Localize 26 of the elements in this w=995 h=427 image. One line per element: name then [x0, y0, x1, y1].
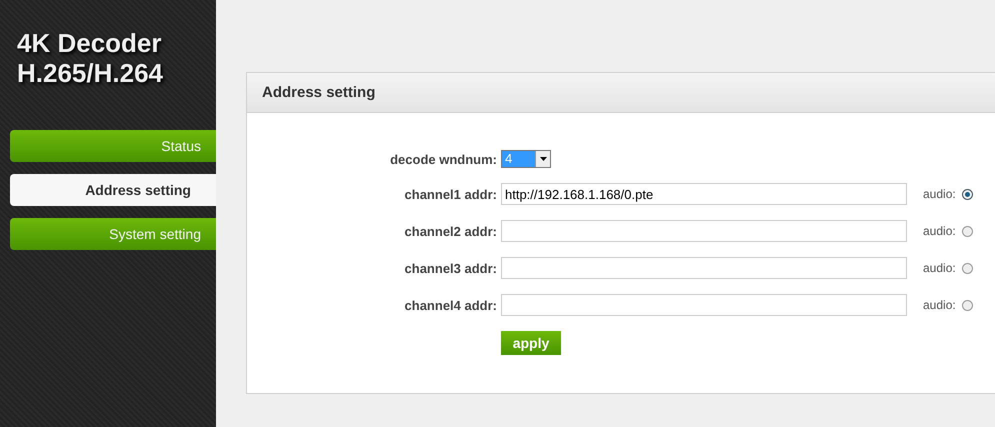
logo-text: H.265/H.264: [17, 58, 164, 88]
address-field[interactable]: [501, 294, 907, 316]
field-label: channel1 addr:: [404, 186, 497, 202]
wndnum-dropdown[interactable]: 4: [501, 150, 551, 168]
audio-radio[interactable]: [962, 262, 973, 274]
panel-title: Address setting: [262, 84, 376, 101]
audio-label: audio:: [923, 298, 956, 312]
nav-item[interactable]: System setting: [10, 218, 216, 250]
audio-label: audio:: [923, 261, 956, 275]
audio-radio[interactable]: [962, 188, 973, 200]
nav-item[interactable]: Status: [10, 130, 216, 162]
address-field[interactable]: http://192.168.1.168/0.pte: [501, 183, 907, 205]
nav-item[interactable]: Address setting: [10, 174, 216, 206]
field-label: channel3 addr:: [404, 260, 497, 276]
field-label: decode wndnum:: [389, 152, 497, 166]
audio-label: audio:: [923, 187, 956, 201]
address-field[interactable]: [501, 220, 907, 242]
field-label: channel2 addr:: [404, 224, 497, 238]
audio-label: audio:: [923, 224, 956, 238]
logo-text: 4K Decoder: [17, 28, 162, 58]
audio-radio[interactable]: [962, 300, 973, 310]
address-field[interactable]: [501, 257, 907, 279]
audio-radio[interactable]: [962, 226, 973, 236]
apply-button[interactable]: apply: [501, 331, 561, 355]
field-label: channel4 addr:: [404, 298, 497, 312]
caret-icon: [540, 157, 546, 161]
